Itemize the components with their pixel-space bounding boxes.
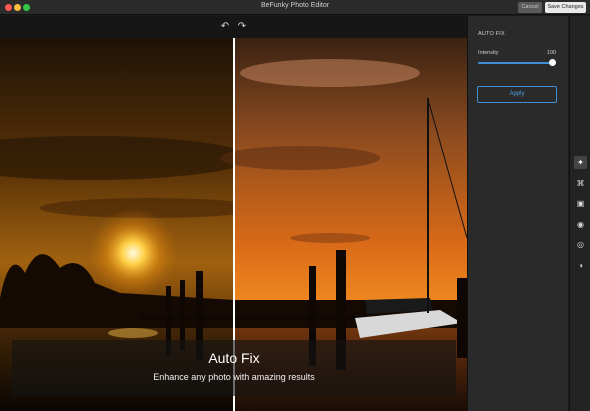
- window-title: BeFunky Photo Editor: [260, 2, 330, 9]
- intensity-label: Intensity: [478, 50, 499, 56]
- enhance-icon[interactable]: ◉: [574, 218, 587, 231]
- crop-move-icon[interactable]: ⌘: [574, 177, 587, 190]
- eye-icon[interactable]: ◎: [574, 238, 587, 251]
- undo-icon[interactable]: ↶: [219, 21, 231, 33]
- exposure-icon[interactable]: ▣: [574, 197, 587, 210]
- settings-panel: AUTO FIX Intensity 100 Apply: [467, 16, 568, 411]
- tool-strip: ✦ ⌘ ▣ ◉ ◎ ◑: [569, 16, 590, 411]
- apply-button[interactable]: Apply: [477, 86, 557, 103]
- title-bar: BeFunky Photo Editor Cancel Save Changes: [0, 0, 590, 15]
- overlay-title: Auto Fix: [208, 350, 260, 366]
- redo-icon[interactable]: ↷: [236, 21, 248, 33]
- contrast-icon[interactable]: ◑: [574, 259, 587, 272]
- overlay-subtitle: Enhance any photo with amazing results: [153, 372, 315, 382]
- feature-overlay: Auto Fix Enhance any photo with amazing …: [12, 340, 456, 396]
- intensity-slider-fill: [478, 62, 552, 64]
- save-changes-button[interactable]: Save Changes: [545, 2, 586, 13]
- canvas-area: ↶ ↷ Auto Fix Enhance any photo with amaz…: [0, 16, 467, 411]
- intensity-slider[interactable]: [478, 59, 556, 66]
- canvas-toolbar: ↶ ↷: [0, 16, 467, 38]
- magic-wand-icon[interactable]: ✦: [574, 156, 587, 169]
- intensity-slider-thumb[interactable]: [549, 59, 556, 66]
- panel-title: AUTO FIX: [478, 31, 505, 37]
- cancel-button[interactable]: Cancel: [518, 2, 542, 13]
- intensity-value: 100: [546, 50, 556, 56]
